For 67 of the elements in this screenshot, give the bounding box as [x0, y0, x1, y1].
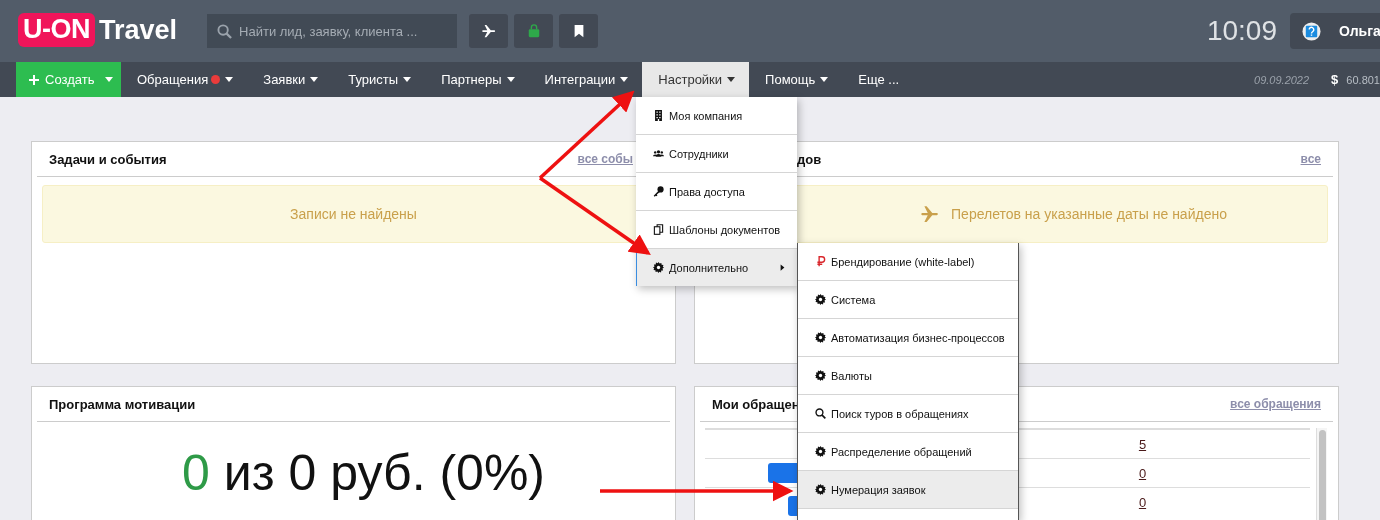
count-link[interactable]: 0 — [1138, 494, 1147, 510]
user-name: Ольга — [1339, 23, 1380, 39]
nav-menu-item[interactable]: Помощь — [749, 62, 843, 97]
currency-symbol: $ — [1331, 72, 1339, 87]
menu-item[interactable]: Нумерация заявок — [798, 471, 1018, 509]
menu-item[interactable]: Сотрудники — [636, 135, 797, 173]
logo-badge: U-ON — [18, 13, 95, 47]
menu-item[interactable]: Валюты — [798, 357, 1018, 395]
airplane-icon — [921, 205, 940, 223]
building-icon — [653, 110, 664, 121]
caret-icon — [780, 264, 785, 271]
gear-icon — [815, 446, 826, 457]
nav-menu-item[interactable]: Обращения — [121, 62, 248, 97]
gear-icon — [815, 332, 826, 343]
menu-item[interactable]: Брендирование (white-label) — [798, 243, 1018, 281]
gear-icon — [815, 294, 826, 305]
menu-item[interactable]: Дополнительно — [636, 249, 797, 286]
caret-icon — [820, 77, 829, 82]
copy-icon — [653, 224, 664, 235]
menu-item[interactable]: Моя компания — [636, 97, 797, 135]
count-link[interactable]: 0 — [1138, 465, 1147, 481]
panel-title: Задачи и события — [49, 151, 167, 167]
count-link[interactable]: 5 — [1138, 436, 1147, 452]
gear-icon — [815, 370, 826, 381]
nav-menu-item[interactable]: Настройки — [642, 62, 750, 97]
caret-icon — [105, 77, 114, 82]
scrollbar[interactable] — [1316, 428, 1327, 520]
search-icon — [815, 408, 826, 419]
panel-title: дов — [797, 151, 822, 167]
nav-menu-item[interactable]: Туристы — [332, 62, 426, 97]
help-icon — [1302, 21, 1321, 41]
status-badge — [768, 463, 798, 483]
caret-icon — [506, 77, 515, 82]
caret-icon — [403, 77, 412, 82]
nav-menu-item[interactable]: Интеграции — [528, 62, 643, 97]
bookmark-button[interactable] — [559, 14, 599, 48]
flights-button[interactable] — [469, 14, 509, 48]
exchange-rate: 60.801 — [1346, 73, 1380, 86]
people-icon — [653, 148, 664, 159]
plus-icon — [29, 74, 39, 85]
nav-menu-item[interactable]: Партнеры — [425, 62, 529, 97]
search-icon — [217, 24, 233, 39]
notice-text: Перелетов на указанные даты не найдено — [951, 206, 1227, 222]
menu-item[interactable]: Система — [798, 281, 1018, 319]
clock-time: 10:09 — [1206, 15, 1277, 47]
gear-icon — [653, 262, 664, 273]
caret-icon — [620, 77, 629, 82]
menu-item[interactable]: Права доступа — [636, 173, 797, 211]
goal-value: 0 — [181, 445, 210, 501]
ruble-icon — [815, 256, 826, 267]
airplane-icon — [481, 24, 496, 38]
user-button[interactable]: Ольга — [1290, 13, 1380, 49]
date-label: 09.09.2022 — [1254, 73, 1310, 86]
nav-menu-item[interactable]: Еще ... — [842, 62, 914, 97]
menu-item[interactable]: Автоматизация бизнес-процессов — [798, 319, 1018, 357]
logo-text: Travel — [99, 14, 178, 46]
nav-menu-item[interactable]: Заявки — [247, 62, 333, 97]
goal-text: из 0 руб. (0%) — [223, 445, 546, 501]
search-field[interactable]: Найти лид, заявку, клиента ... — [207, 14, 458, 48]
caret-icon — [310, 77, 319, 82]
menu-item[interactable]: Поиск туров в обращениях — [798, 395, 1018, 433]
caret-icon — [225, 77, 234, 82]
caret-icon — [727, 77, 736, 82]
notice-text: Записи не найдены — [290, 206, 417, 222]
gear-icon — [815, 484, 826, 495]
key-icon — [653, 186, 664, 197]
panel-title: Программа мотивации — [49, 396, 196, 412]
